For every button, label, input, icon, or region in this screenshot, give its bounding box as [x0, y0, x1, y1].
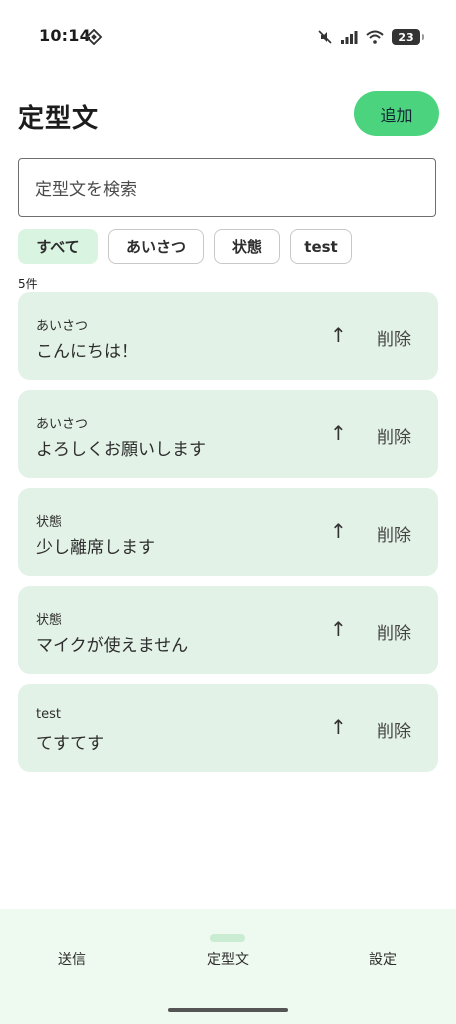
card-category: あいさつ: [36, 319, 89, 334]
nav-tab-templates[interactable]: 定型文: [207, 949, 249, 969]
status-time: 10:14: [39, 26, 91, 45]
status-icons: 23: [318, 28, 424, 46]
status-bar: 10:14 23: [0, 0, 456, 72]
active-tab-indicator: [210, 934, 245, 942]
wifi-icon: [366, 30, 384, 44]
card-category: あいさつ: [36, 417, 89, 432]
delete-button[interactable]: 削除: [377, 423, 411, 448]
template-card[interactable]: test てすてす ↑ 削除: [18, 684, 438, 772]
move-up-button[interactable]: ↑: [330, 323, 347, 347]
nav-tab-send[interactable]: 送信: [58, 949, 86, 969]
delete-button[interactable]: 削除: [377, 619, 411, 644]
card-category: test: [36, 707, 61, 722]
nav-tab-settings[interactable]: 設定: [369, 949, 397, 969]
template-list: あいさつ こんにちは！ ↑ 削除 あいさつ よろしくお願いします ↑ 削除 状態…: [18, 292, 438, 782]
move-up-button[interactable]: ↑: [330, 519, 347, 543]
template-card[interactable]: あいさつ こんにちは！ ↑ 削除: [18, 292, 438, 380]
filter-chip-greetings[interactable]: あいさつ: [108, 229, 204, 264]
template-card[interactable]: 状態 少し離席します ↑ 削除: [18, 488, 438, 576]
search-input[interactable]: 定型文を検索: [18, 158, 436, 217]
filter-chips: すべて あいさつ 状態 test: [18, 229, 352, 264]
mute-icon: [318, 30, 332, 44]
card-category: 状態: [36, 613, 63, 628]
delete-button[interactable]: 削除: [377, 717, 411, 742]
card-text: てすてす: [36, 734, 105, 754]
home-indicator[interactable]: [168, 1008, 288, 1012]
card-text: よろしくお願いします: [36, 440, 206, 460]
card-text: マイクが使えません: [36, 636, 189, 656]
filter-chip-all[interactable]: すべて: [18, 229, 98, 264]
delete-button[interactable]: 削除: [377, 521, 411, 546]
template-card[interactable]: あいさつ よろしくお願いします ↑ 削除: [18, 390, 438, 478]
page-title: 定型文: [18, 104, 100, 134]
move-up-button[interactable]: ↑: [330, 715, 347, 739]
add-button[interactable]: 追加: [354, 91, 439, 136]
bottom-navigation: 送信 定型文 設定: [0, 909, 456, 1024]
move-up-button[interactable]: ↑: [330, 421, 347, 445]
filter-chip-status[interactable]: 状態: [214, 229, 280, 264]
battery-icon: 23: [392, 29, 424, 45]
signal-icon: [341, 31, 358, 44]
template-card[interactable]: 状態 マイクが使えません ↑ 削除: [18, 586, 438, 674]
card-text: 少し離席します: [36, 538, 155, 558]
battery-level: 23: [398, 30, 414, 44]
result-count: 5件: [18, 277, 38, 291]
delete-button[interactable]: 削除: [377, 325, 411, 350]
filter-chip-test[interactable]: test: [290, 229, 352, 264]
move-up-button[interactable]: ↑: [330, 617, 347, 641]
app-notification-icon: [86, 29, 102, 45]
card-text: こんにちは！: [36, 342, 138, 362]
card-category: 状態: [36, 515, 63, 530]
